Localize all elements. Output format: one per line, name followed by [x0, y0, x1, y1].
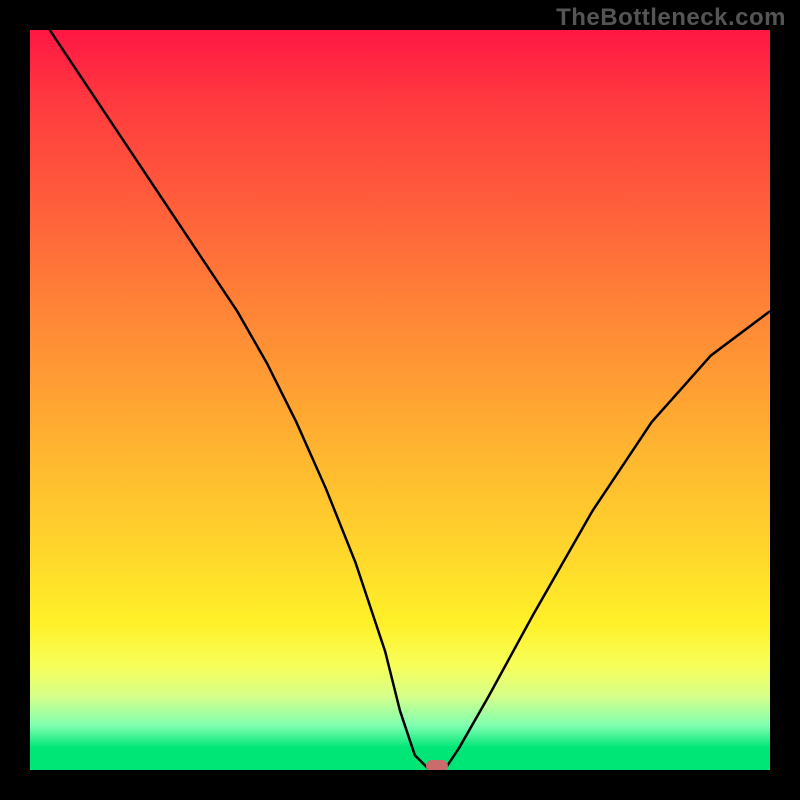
curve-path	[30, 30, 770, 770]
plot-area	[30, 30, 770, 770]
bottleneck-curve	[30, 30, 770, 770]
minimum-marker	[426, 760, 448, 770]
watermark-text: TheBottleneck.com	[556, 4, 786, 32]
chart-container: TheBottleneck.com	[0, 0, 800, 800]
